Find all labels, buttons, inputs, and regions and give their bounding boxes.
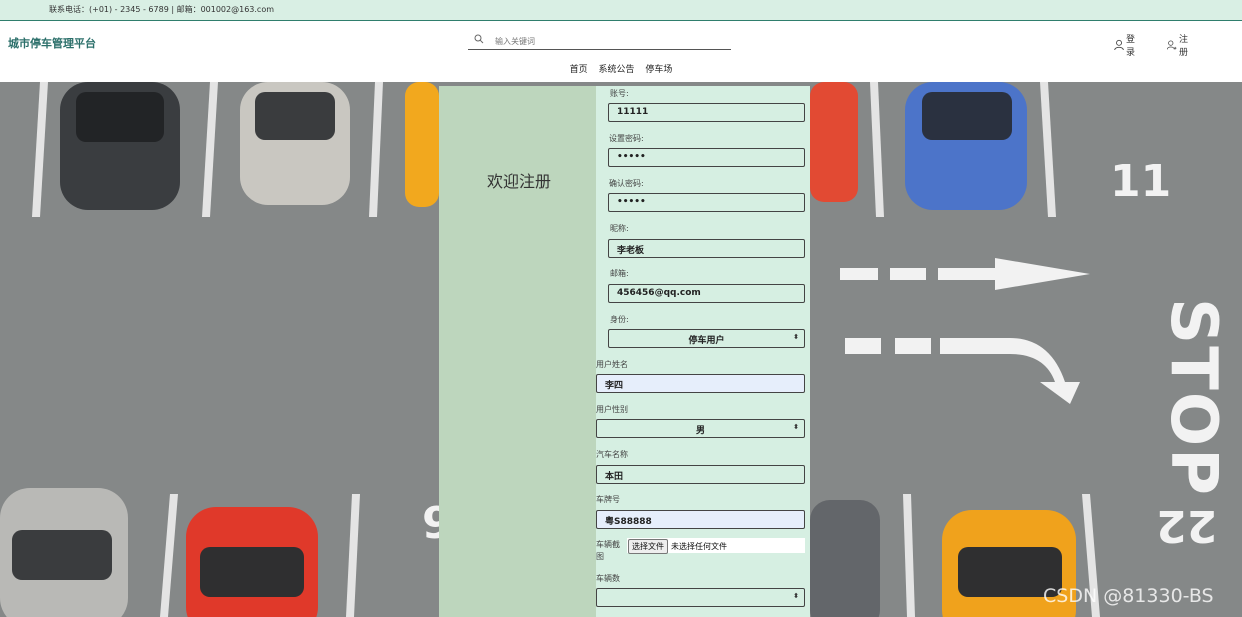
confirm-password-field[interactable]: ••••• bbox=[608, 193, 805, 212]
parking-number-22: 22 bbox=[1156, 500, 1218, 551]
top-contact-bar: 联系电话：(+01) - 2345 - 6789 | 邮箱：001002@163… bbox=[0, 0, 1242, 21]
password-field[interactable]: ••••• bbox=[608, 148, 805, 167]
car-count-label: 车辆数 bbox=[596, 574, 620, 583]
username-label: 用户姓名 bbox=[596, 360, 628, 369]
select-arrows-icon: ⬍ bbox=[793, 592, 799, 600]
gender-label: 用户性别 bbox=[596, 405, 628, 414]
add-user-icon bbox=[1166, 40, 1177, 50]
email-label: 邮箱: bbox=[610, 269, 629, 278]
car-count-select[interactable]: ⬍ bbox=[596, 588, 805, 607]
role-label: 身份: bbox=[610, 315, 629, 324]
file-status-text: 未选择任何文件 bbox=[671, 542, 727, 551]
role-select[interactable]: 停车用户 ⬍ bbox=[608, 329, 805, 348]
nav-announcements[interactable]: 系统公告 bbox=[598, 62, 634, 75]
nickname-label: 昵称: bbox=[610, 224, 629, 233]
register-link[interactable]: 注册 bbox=[1166, 32, 1192, 58]
main-nav: 首页 系统公告 停车场 bbox=[0, 62, 1242, 75]
registration-panel: 欢迎注册 账号: 11111 设置密码: ••••• 确认密码: ••••• 昵… bbox=[439, 86, 810, 617]
nav-parking-lots[interactable]: 停车场 bbox=[645, 62, 672, 75]
register-label: 注册 bbox=[1179, 35, 1189, 58]
login-label: 登录 bbox=[1126, 35, 1136, 58]
select-arrows-icon: ⬍ bbox=[793, 333, 799, 341]
contact-info: 联系电话：(+01) - 2345 - 6789 | 邮箱：001002@163… bbox=[49, 5, 275, 14]
select-arrows-icon: ⬍ bbox=[793, 423, 799, 431]
login-link[interactable]: 登录 bbox=[1114, 32, 1139, 58]
stop-road-marking: STOP bbox=[1156, 298, 1230, 498]
panel-sidebar: 欢迎注册 bbox=[439, 86, 596, 617]
plate-label: 车牌号 bbox=[596, 495, 620, 504]
search-icon[interactable] bbox=[474, 34, 484, 44]
password-label: 设置密码: bbox=[609, 134, 644, 143]
choose-file-button[interactable]: 选择文件 bbox=[628, 539, 668, 554]
watermark: CSDN @81330-BS bbox=[1043, 585, 1214, 607]
site-header: 城市停车管理平台 登录 注册 首页 系统公告 停车场 bbox=[0, 22, 1242, 82]
nickname-field[interactable]: 李老板 bbox=[608, 239, 805, 258]
role-select-value: 停车用户 bbox=[688, 336, 725, 346]
plate-field[interactable]: 粤S88888 bbox=[596, 510, 805, 529]
gender-select-value: 男 bbox=[695, 426, 705, 436]
welcome-title: 欢迎注册 bbox=[487, 172, 552, 191]
username-field[interactable]: 李四 bbox=[596, 374, 805, 393]
carname-field[interactable]: 本田 bbox=[596, 465, 805, 484]
gender-select[interactable]: 男 ⬍ bbox=[596, 419, 805, 438]
search-input[interactable] bbox=[493, 33, 717, 49]
site-title[interactable]: 城市停车管理平台 bbox=[8, 35, 96, 51]
carname-label: 汽车名称 bbox=[596, 450, 628, 459]
parking-number-11: 11 bbox=[1110, 156, 1172, 207]
car-image-label: 车辆截图 bbox=[596, 540, 620, 561]
user-icon bbox=[1114, 39, 1124, 51]
search-bar bbox=[468, 31, 731, 50]
account-field[interactable]: 11111 bbox=[608, 103, 805, 122]
nav-home[interactable]: 首页 bbox=[570, 62, 588, 75]
email-field[interactable]: 456456@qq.com bbox=[608, 284, 805, 303]
account-label: 账号: bbox=[610, 89, 629, 98]
confirm-password-label: 确认密码: bbox=[609, 179, 644, 188]
